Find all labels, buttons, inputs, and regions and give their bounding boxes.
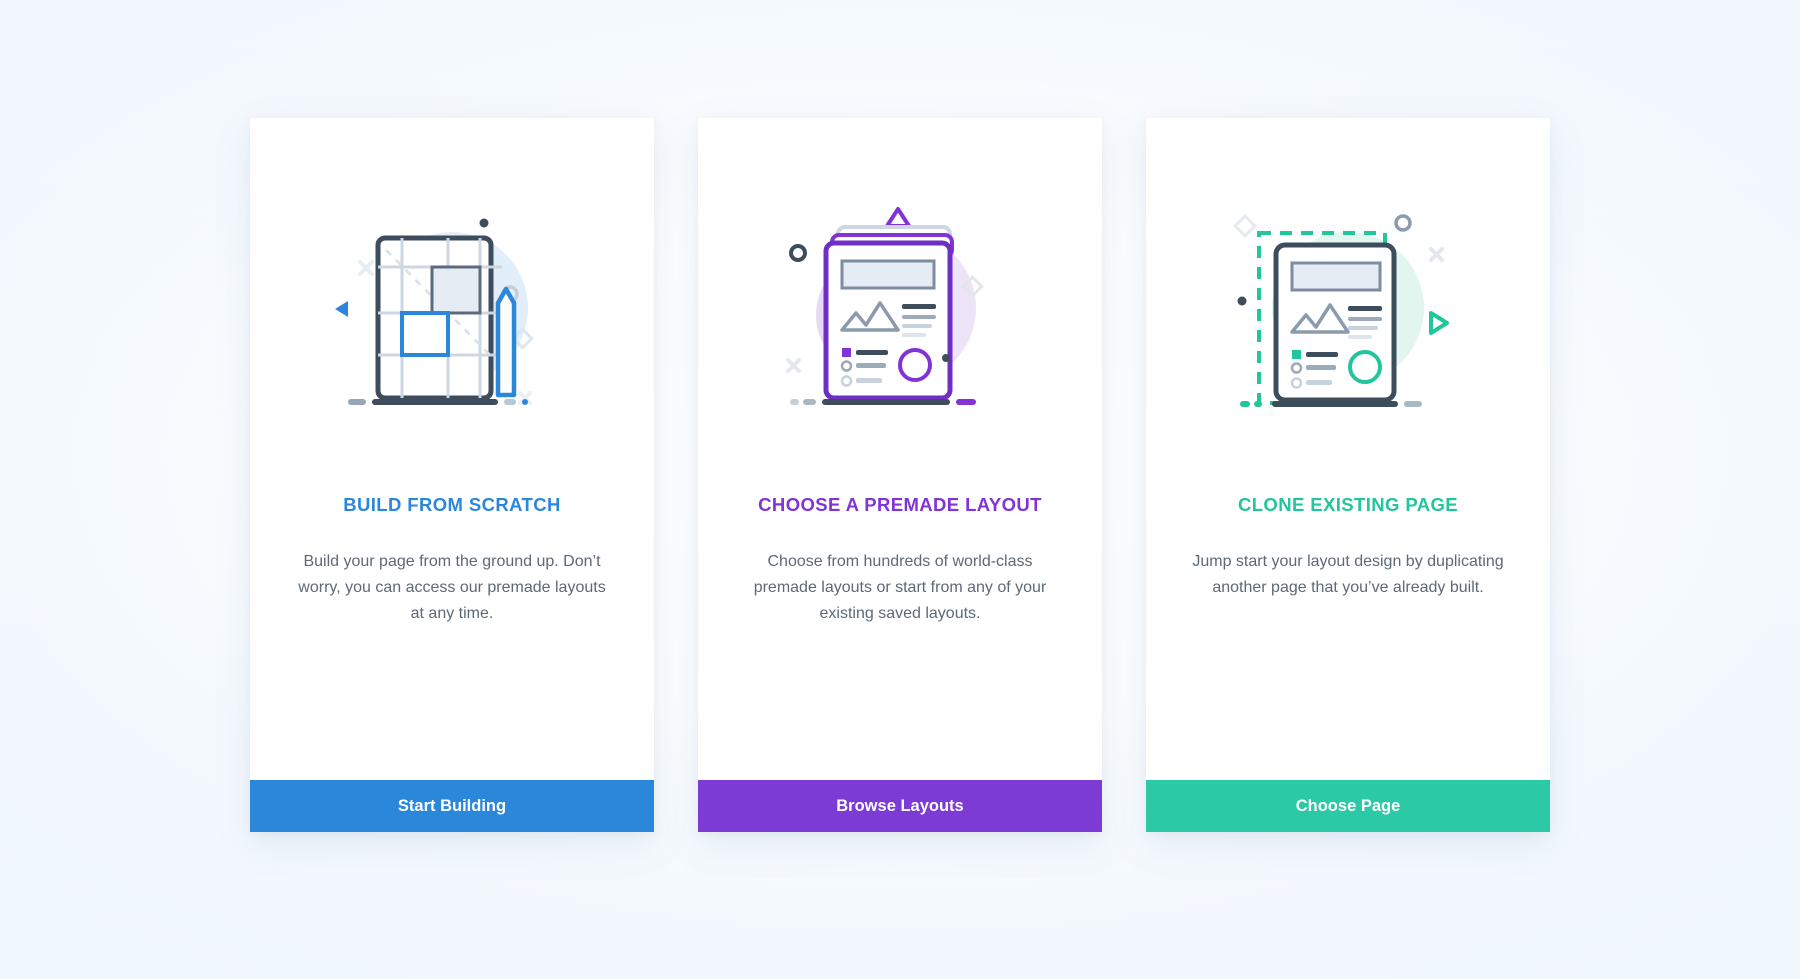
illustration-blueprint [250,118,654,490]
card-title-build-from-scratch: BUILD FROM SCRATCH [343,494,561,515]
premade-layout-illustration-svg [786,207,984,405]
choose-page-button[interactable]: Choose Page [1146,780,1550,832]
page-creation-options: BUILD FROM SCRATCH Build your page from … [0,118,1800,832]
card-title-choose-premade-layout: CHOOSE A PREMADE LAYOUT [758,494,1042,515]
illustration-clone-page [1146,118,1550,490]
clone-page-illustration-svg [1232,213,1449,407]
card-clone-existing-page[interactable]: CLONE EXISTING PAGE Jump start your layo… [1146,118,1550,832]
card-title-clone-existing-page: CLONE EXISTING PAGE [1237,494,1459,515]
card-choose-premade-layout[interactable]: CHOOSE A PREMADE LAYOUT Choose from hund… [698,118,1102,832]
card-description-build-from-scratch: Build your page from the ground up. Don’… [298,553,606,622]
browse-layouts-button[interactable]: Browse Layouts [698,780,1102,832]
start-building-button[interactable]: Start Building [250,780,654,832]
blueprint-illustration-svg [335,218,534,405]
card-description-choose-premade-layout: Choose from hundreds of world-class prem… [753,553,1047,622]
card-description-clone-existing-page: Jump start your layout design by duplica… [1192,553,1504,596]
card-build-from-scratch[interactable]: BUILD FROM SCRATCH Build your page from … [250,118,654,832]
illustration-premade-layouts [698,118,1102,490]
